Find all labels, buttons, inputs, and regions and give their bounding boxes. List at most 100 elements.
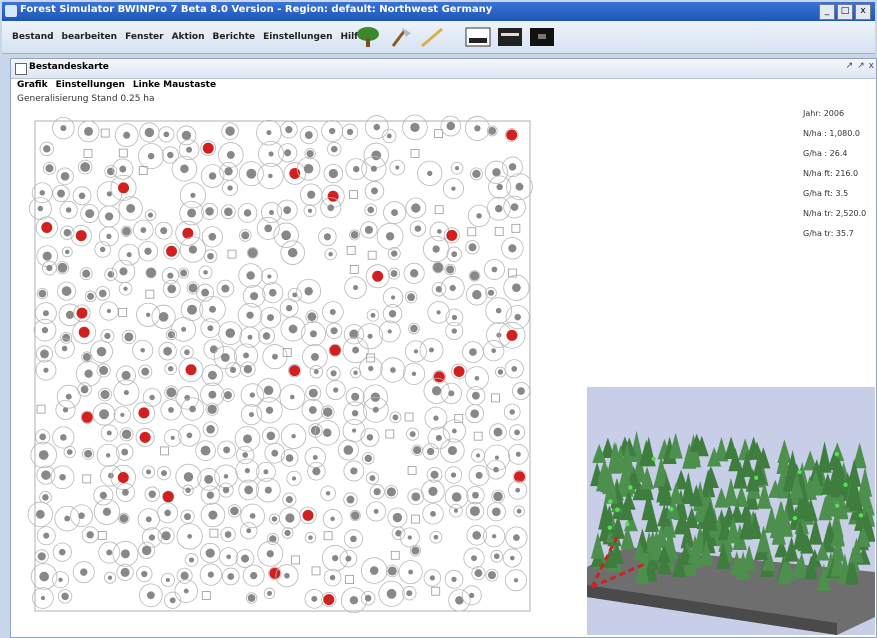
inner-title-bar[interactable]: Bestandeskarte ↗ ↗ x [11, 59, 876, 79]
tree-marker [346, 495, 355, 504]
tree-marker [187, 304, 197, 315]
stat-n-ha: N/ha : 1,080.0 [803, 129, 860, 138]
tree-marker [471, 555, 477, 562]
tree-marker [209, 345, 218, 354]
tree-marker [323, 233, 331, 241]
tree-marker [57, 262, 68, 273]
tree-marker [209, 305, 217, 313]
tree-marker [264, 486, 272, 494]
axe-icon[interactable] [386, 25, 414, 49]
tree-marker [391, 250, 398, 257]
tree-marker [38, 289, 47, 298]
selected-tree [433, 371, 445, 383]
tree-marker [286, 304, 293, 312]
tree-marker [183, 588, 189, 594]
selected-tree [202, 142, 214, 154]
tree-marker [307, 208, 313, 213]
tree-marker [246, 528, 252, 534]
stand-map[interactable] [25, 111, 540, 616]
tree-marker [268, 151, 274, 157]
tree-marker [432, 245, 440, 253]
tree-marker [107, 575, 113, 580]
tree-marker [323, 428, 332, 438]
tree-marker [243, 434, 252, 444]
tree-marker [411, 371, 417, 377]
tree-marker [310, 352, 319, 361]
tree-marker [289, 394, 295, 400]
tree-marker [491, 534, 497, 539]
close-button[interactable]: x [855, 4, 871, 20]
selected-tree [162, 491, 174, 503]
tree-marker [124, 332, 134, 342]
tree-marker [37, 552, 46, 561]
tree-marker [58, 577, 63, 582]
float-button[interactable]: ↗ [857, 61, 865, 71]
selected-tree [138, 407, 150, 419]
minimize-button[interactable]: _ [819, 4, 835, 20]
tree-marker [328, 168, 338, 179]
tree-marker [145, 312, 151, 317]
tree-marker [487, 289, 495, 296]
tree-marker [475, 453, 481, 458]
tree-marker [247, 594, 256, 602]
tree-marker [247, 334, 253, 340]
maximize-button[interactable]: □ [837, 4, 853, 20]
tree-marker [82, 269, 91, 278]
undock-button[interactable]: ↗ [846, 61, 854, 71]
tree-marker [515, 451, 521, 457]
tree-marker [497, 369, 504, 375]
forest-3d-view[interactable] [587, 387, 875, 635]
stick-icon[interactable] [418, 25, 446, 49]
tree-marker [267, 274, 272, 279]
selected-tree [302, 509, 314, 521]
status-text: Generalisierung Stand 0.25 ha [17, 94, 155, 104]
tree-icon[interactable] [354, 25, 382, 49]
tree-marker [42, 310, 49, 317]
tree-marker [469, 348, 477, 356]
tree-marker [200, 445, 211, 456]
tree-marker [207, 370, 217, 380]
menu-aktion[interactable]: Aktion [172, 32, 205, 42]
tree-marker [80, 162, 91, 172]
tree-marker [184, 513, 191, 521]
stat-n-ha-tr: N/ha tr: 2,520.0 [803, 209, 867, 218]
selected-tree [506, 329, 518, 341]
tree-marker [516, 508, 522, 514]
tree-marker [496, 183, 503, 191]
tree-marker [271, 516, 278, 522]
title-bar[interactable]: Forest Simulator BWINPro 7 Beta 8.0 Vers… [2, 2, 875, 21]
tree-marker [226, 554, 231, 560]
tree-marker [330, 145, 338, 153]
highlight-tree [615, 507, 620, 512]
tree-marker [330, 327, 338, 335]
menu-inner-einstellungen[interactable]: Einstellungen [56, 80, 125, 90]
tree-marker [413, 446, 422, 455]
menu-berichte[interactable]: Berichte [213, 32, 256, 42]
tree-marker [329, 309, 336, 315]
inner-close-button[interactable]: x [869, 61, 874, 71]
tree-marker [493, 427, 503, 437]
menu-fenster[interactable]: Fenster [125, 32, 164, 42]
tree-marker [513, 534, 520, 541]
tree-marker [183, 472, 194, 482]
tree-marker [187, 534, 193, 539]
tree-marker [370, 165, 377, 172]
tree-marker [364, 594, 372, 602]
3d-view-icon[interactable] [528, 25, 556, 49]
tree-marker [243, 209, 252, 217]
tree-marker [149, 394, 155, 401]
menu-bestand[interactable]: Bestand [12, 32, 54, 42]
chart-view-icon[interactable] [496, 25, 524, 49]
menu-linke-maustaste[interactable]: Linke Maustaste [133, 80, 216, 90]
tree-marker [366, 434, 374, 441]
stand-view-icon[interactable] [464, 25, 492, 49]
menu-grafik[interactable]: Grafik [17, 80, 48, 90]
menu-bearbeiten[interactable]: bearbeiten [62, 32, 118, 42]
tree-marker [140, 227, 147, 234]
tree-marker [350, 467, 358, 475]
tree-marker [345, 555, 352, 562]
tree-marker [285, 454, 294, 462]
tree-marker [487, 571, 497, 580]
menu-einstellungen[interactable]: Einstellungen [263, 32, 332, 42]
tree-marker [185, 487, 191, 494]
